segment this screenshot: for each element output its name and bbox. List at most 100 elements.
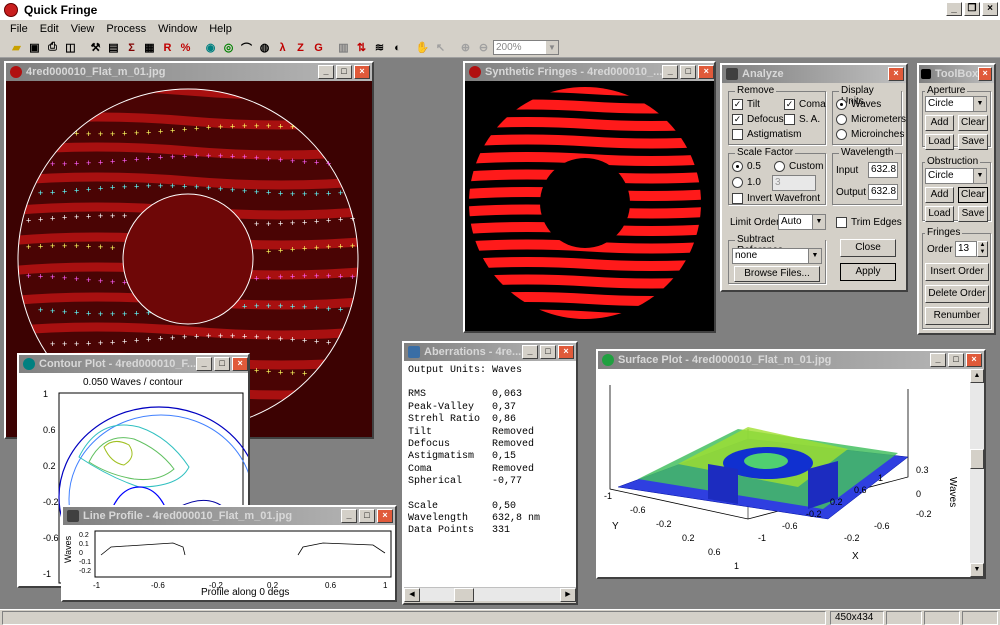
tilt-checkbox[interactable]: ✓ Tilt xyxy=(732,99,760,110)
output-wavelength-field[interactable]: 632.8 xyxy=(868,184,898,200)
aperture-select[interactable]: Circle ▼ xyxy=(925,96,987,112)
surface-minimize-button[interactable]: _ xyxy=(930,353,946,367)
order-stepper[interactable]: ▲ ▼ xyxy=(977,241,988,257)
contour-minimize-button[interactable]: _ xyxy=(196,357,213,371)
sa-checkbox[interactable]: S. A. xyxy=(784,114,820,125)
microinches-radio[interactable]: Microinches xyxy=(836,129,904,140)
table-icon[interactable]: ▤ xyxy=(105,40,122,56)
contour-maximize-button[interactable]: □ xyxy=(214,357,231,371)
fringe-maximize-button[interactable]: □ xyxy=(336,65,352,79)
micrometers-radio[interactable]: Micrometers xyxy=(836,114,906,125)
subtract-reference-select[interactable]: none ▼ xyxy=(732,248,822,264)
aperture-clear-button[interactable]: Clear xyxy=(958,115,988,131)
contour-y-tick: 0.6 xyxy=(43,425,56,435)
menu-help[interactable]: Help xyxy=(203,23,238,35)
aberrations-maximize-button[interactable]: □ xyxy=(540,345,556,359)
toolbox-close-button[interactable]: × xyxy=(978,67,993,81)
coma-checkbox[interactable]: ✓ Coma xyxy=(784,99,826,110)
analyze-close-button[interactable]: × xyxy=(888,67,904,81)
limit-order-select[interactable]: Auto ▼ xyxy=(778,214,826,230)
save-icon[interactable]: ▣ xyxy=(26,40,43,56)
scale-custom-radio[interactable]: Custom xyxy=(774,161,823,172)
filter-icon[interactable]: ▥ xyxy=(335,40,352,56)
menu-view[interactable]: View xyxy=(65,23,101,35)
grid-icon[interactable]: ▦ xyxy=(141,40,158,56)
scale-10-radio[interactable]: 1.0 xyxy=(732,177,761,188)
numbering-icon[interactable]: ⇅ xyxy=(353,40,370,56)
fringe-minimize-button[interactable]: _ xyxy=(318,65,334,79)
input-wavelength-field[interactable]: 632.8 xyxy=(868,162,898,178)
aperture-load-button[interactable]: Load xyxy=(925,134,954,150)
astigmatism-checkbox[interactable]: Astigmatism xyxy=(732,129,801,140)
browse-files-button[interactable]: Browse Files... xyxy=(734,266,820,282)
delete-order-button[interactable]: Delete Order xyxy=(925,285,989,303)
close-button[interactable]: × xyxy=(982,2,998,16)
waves-radio[interactable]: Waves xyxy=(836,99,881,110)
obstruction-clear-button[interactable]: Clear xyxy=(958,187,988,203)
percent-icon[interactable]: % xyxy=(177,40,194,56)
obstruction-add-button[interactable]: Add xyxy=(925,187,954,203)
stripes-icon[interactable]: ≋ xyxy=(371,40,388,56)
trim-edges-checkbox[interactable]: Trim Edges xyxy=(836,217,902,228)
contour-icon[interactable]: ◎ xyxy=(220,40,237,56)
hand-icon[interactable]: ✋ xyxy=(414,40,431,56)
fringe-close-button[interactable]: × xyxy=(354,65,370,79)
surface-close-button[interactable]: × xyxy=(966,353,982,367)
surface-y-ticks: -1 -0.6 -0.2 0.2 0.6 1 xyxy=(604,491,739,571)
line-maximize-button[interactable]: □ xyxy=(359,509,375,523)
synthetic-maximize-button[interactable]: □ xyxy=(680,65,697,79)
custom-scale-input[interactable]: 3 xyxy=(772,175,816,191)
renumber-button[interactable]: Renumber xyxy=(925,307,989,325)
surface-plot[interactable]: 0.3 0 -0.2 Waves Y X -1 -0.6 -0.2 0.2 0.6 1 -… xyxy=(598,369,970,577)
insert-order-button[interactable]: Insert Order xyxy=(925,263,989,281)
restore-button[interactable]: ❐ xyxy=(964,2,980,16)
aperture-save-button[interactable]: Save xyxy=(958,134,988,150)
pointer-icon[interactable]: ↖ xyxy=(432,40,449,56)
sigma-icon[interactable]: Σ xyxy=(123,40,140,56)
invert-wavefront-checkbox[interactable]: Invert Wavefront xyxy=(732,193,820,204)
obstruction-save-button[interactable]: Save xyxy=(958,206,988,222)
minimize-button[interactable]: _ xyxy=(946,2,962,16)
aperture-add-button[interactable]: Add xyxy=(925,115,954,131)
r-icon[interactable]: R xyxy=(159,40,176,56)
line-close-button[interactable]: × xyxy=(377,509,393,523)
synthetic-close-button[interactable]: × xyxy=(698,65,714,79)
menu-file[interactable]: File xyxy=(4,23,34,35)
synthetic-minimize-button[interactable]: _ xyxy=(662,65,679,79)
scrollbar-thumb[interactable] xyxy=(454,588,474,602)
line-minimize-button[interactable]: _ xyxy=(341,509,357,523)
zoom-select[interactable]: 200% ▼ xyxy=(493,40,559,55)
close-analyze-button[interactable]: Close xyxy=(840,239,896,257)
surface-maximize-button[interactable]: □ xyxy=(948,353,964,367)
g-icon[interactable]: G xyxy=(310,40,327,56)
scale-05-radio[interactable]: 0.5 xyxy=(732,161,761,172)
obstruction-select[interactable]: Circle ▼ xyxy=(925,168,987,184)
aberrations-close-button[interactable]: × xyxy=(558,345,574,359)
lambda-icon[interactable]: λ xyxy=(274,40,291,56)
horizontal-scrollbar[interactable]: ◀ ▶ xyxy=(404,587,576,602)
obstruction-load-button[interactable]: Load xyxy=(925,206,954,222)
order-input[interactable]: 13 xyxy=(955,241,977,257)
menu-window[interactable]: Window xyxy=(152,23,203,35)
zoom-in-icon[interactable]: ⊕ xyxy=(457,40,474,56)
scale-rows: Scale 0,50 Wavelength 632,8 nm Data Points… xyxy=(408,501,572,538)
z-icon[interactable]: Z xyxy=(292,40,309,56)
aberrations-minimize-button[interactable]: _ xyxy=(522,345,538,359)
aperture-icon[interactable]: ◉ xyxy=(202,40,219,56)
menu-process[interactable]: Process xyxy=(100,23,152,35)
contour-close-button[interactable]: × xyxy=(232,357,248,371)
print-icon[interactable]: ⎙ xyxy=(44,40,61,56)
synthetic-fringe-image[interactable] xyxy=(465,81,714,331)
sphere-icon[interactable]: ◐ xyxy=(389,40,406,56)
apply-button[interactable]: Apply xyxy=(840,263,896,281)
zoom-out-icon[interactable]: ⊖ xyxy=(475,40,492,56)
menu-edit[interactable]: Edit xyxy=(34,23,65,35)
profile-icon[interactable]: ⌒ xyxy=(238,40,255,56)
fringe-icon[interactable]: ◍ xyxy=(256,40,273,56)
scrollbar-thumb[interactable] xyxy=(970,449,984,469)
open-icon[interactable]: ▰ xyxy=(8,40,25,56)
print-preview-icon[interactable]: ◫ xyxy=(62,40,79,56)
defocus-checkbox[interactable]: ✓ Defocus xyxy=(732,114,784,125)
tools-icon[interactable]: ⚒ xyxy=(87,40,104,56)
vertical-scrollbar[interactable]: ▲ ▼ xyxy=(970,369,984,577)
